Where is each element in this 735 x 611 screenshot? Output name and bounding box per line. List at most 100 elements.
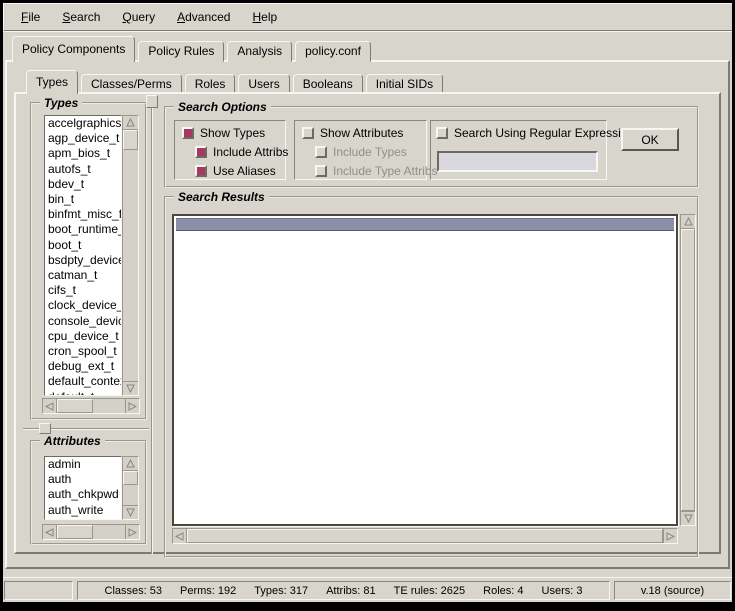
include-attribs-checkbox[interactable]	[195, 146, 207, 158]
menu-search[interactable]: Search	[55, 7, 107, 27]
types-list-item[interactable]: agp_device_t	[45, 131, 121, 146]
scroll-left-icon[interactable]	[173, 529, 187, 543]
search-results-text[interactable]	[172, 214, 678, 526]
scrollbar-trough[interactable]	[123, 150, 138, 381]
types-list-item[interactable]: bsdpty_device_	[45, 253, 121, 268]
menu-query[interactable]: Query	[115, 7, 162, 27]
main-tab-bar: Policy Components Policy Rules Analysis …	[12, 36, 374, 62]
types-list-item[interactable]: cpu_device_t	[45, 329, 121, 344]
scroll-right-icon[interactable]	[125, 399, 139, 413]
types-list-item[interactable]: bdev_t	[45, 177, 121, 192]
tab-analysis[interactable]: Analysis	[227, 41, 292, 62]
search-options-frame-label: Search Options	[174, 100, 271, 114]
scroll-right-icon[interactable]	[125, 525, 139, 539]
status-stat: Users: 3	[542, 585, 583, 597]
scrollbar-thumb[interactable]	[57, 525, 93, 539]
show-attributes-checkbox[interactable]	[302, 127, 314, 139]
tab-policy-conf[interactable]: policy.conf	[295, 41, 371, 62]
types-list-item[interactable]: catman_t	[45, 268, 121, 283]
tab-policy-components[interactable]: Policy Components	[12, 36, 135, 62]
scrollbar-thumb[interactable]	[123, 130, 138, 150]
attributes-list-item[interactable]: auth	[45, 472, 121, 487]
types-listbox[interactable]: accelgraphics_eagp_device_tapm_bios_taut…	[44, 115, 122, 396]
attributes-list-item[interactable]: admin	[45, 457, 121, 472]
tab-users[interactable]: Users	[238, 74, 289, 94]
results-hscrollbar[interactable]	[172, 528, 678, 544]
scroll-down-icon[interactable]	[123, 381, 138, 395]
show-types-checkbox[interactable]	[182, 127, 194, 139]
pane-divider-vertical	[151, 108, 153, 554]
use-aliases-checkbox[interactable]	[195, 165, 207, 177]
types-list-item[interactable]: boot_runtime_t	[45, 222, 121, 237]
scrollbar-trough[interactable]	[123, 485, 138, 505]
regex-row: Search Using Regular Expression	[436, 126, 634, 140]
types-frame-label: Types	[40, 96, 82, 110]
types-list-item[interactable]: cifs_t	[45, 283, 121, 298]
attributes-vscrollbar[interactable]	[122, 456, 139, 520]
scrollbar-thumb[interactable]	[57, 399, 93, 413]
types-vscrollbar[interactable]	[122, 115, 139, 396]
types-list-item[interactable]: bin_t	[45, 192, 121, 207]
scroll-left-icon[interactable]	[43, 525, 57, 539]
results-vscrollbar[interactable]	[680, 214, 696, 526]
attributes-listbox[interactable]: adminauthauth_chkpwdauth_write	[44, 456, 122, 520]
include-attribs-label: Include Attribs	[213, 145, 288, 159]
types-list-item[interactable]: accelgraphics_e	[45, 116, 121, 131]
attributes-list-item[interactable]: auth_chkpwd	[45, 487, 121, 502]
menu-file[interactable]: File	[14, 7, 47, 27]
tab-classes-perms[interactable]: Classes/Perms	[81, 74, 182, 94]
types-list-item[interactable]: boot_t	[45, 238, 121, 253]
types-list-item[interactable]: autofs_t	[45, 162, 121, 177]
menu-advanced[interactable]: Advanced	[170, 7, 237, 27]
scroll-down-icon[interactable]	[123, 505, 138, 519]
sash-handle[interactable]	[146, 95, 158, 108]
types-list-item[interactable]: default_t	[45, 390, 121, 396]
regex-checkbox[interactable]	[436, 127, 448, 139]
show-attributes-label: Show Attributes	[320, 126, 403, 140]
status-bar: Classes: 53Perms: 192Types: 317Attribs: …	[3, 577, 732, 602]
status-segment-version: v.18 (source)	[614, 581, 731, 600]
application-window: File Search Query Advanced Help Policy C…	[0, 0, 735, 611]
tab-policy-rules[interactable]: Policy Rules	[138, 41, 224, 62]
status-stat: TE rules: 2625	[394, 585, 466, 597]
scroll-up-icon[interactable]	[123, 116, 138, 130]
types-list-item[interactable]: apm_bios_t	[45, 146, 121, 161]
use-aliases-row: Use Aliases	[195, 164, 276, 178]
attributes-hscrollbar[interactable]	[42, 524, 140, 540]
show-attributes-row: Show Attributes	[302, 126, 403, 140]
ok-button[interactable]: OK	[621, 128, 679, 151]
types-list-item[interactable]: default_context	[45, 374, 121, 389]
types-list-item[interactable]: console_device	[45, 314, 121, 329]
include-types-label: Include Types	[333, 145, 407, 159]
status-segment-left	[4, 581, 73, 600]
menu-help[interactable]: Help	[245, 7, 284, 27]
types-list-item[interactable]: debug_ext_t	[45, 359, 121, 374]
scroll-up-icon[interactable]	[123, 457, 138, 471]
tab-booleans[interactable]: Booleans	[293, 74, 363, 94]
types-list-item[interactable]: cron_spool_t	[45, 344, 121, 359]
scrollbar-trough[interactable]	[93, 525, 125, 539]
types-list-item[interactable]: clock_device_t	[45, 298, 121, 313]
include-attribs-row: Include Attribs	[195, 145, 288, 159]
include-type-attribs-row: Include Type Attribs	[315, 164, 438, 178]
attributes-list-item[interactable]: auth_write	[45, 503, 121, 518]
types-list-item[interactable]: binfmt_misc_fs	[45, 207, 121, 222]
scroll-left-icon[interactable]	[43, 399, 57, 413]
tab-initial-sids[interactable]: Initial SIDs	[366, 74, 443, 94]
scrollbar-thumb[interactable]	[187, 529, 663, 543]
sash-handle[interactable]	[39, 423, 51, 434]
regex-label: Search Using Regular Expression	[454, 126, 634, 140]
scroll-down-icon[interactable]	[681, 511, 695, 525]
show-types-label: Show Types	[200, 126, 265, 140]
scrollbar-thumb[interactable]	[681, 229, 695, 511]
regex-input[interactable]	[437, 151, 598, 172]
types-hscrollbar[interactable]	[42, 398, 140, 414]
show-types-row: Show Types	[182, 126, 265, 140]
scrollbar-trough[interactable]	[93, 399, 125, 413]
version-text: v.18 (source)	[641, 585, 704, 597]
scroll-right-icon[interactable]	[663, 529, 677, 543]
scroll-up-icon[interactable]	[681, 215, 695, 229]
tab-roles[interactable]: Roles	[185, 74, 236, 94]
tab-types[interactable]: Types	[26, 70, 78, 94]
scrollbar-thumb[interactable]	[123, 471, 138, 485]
